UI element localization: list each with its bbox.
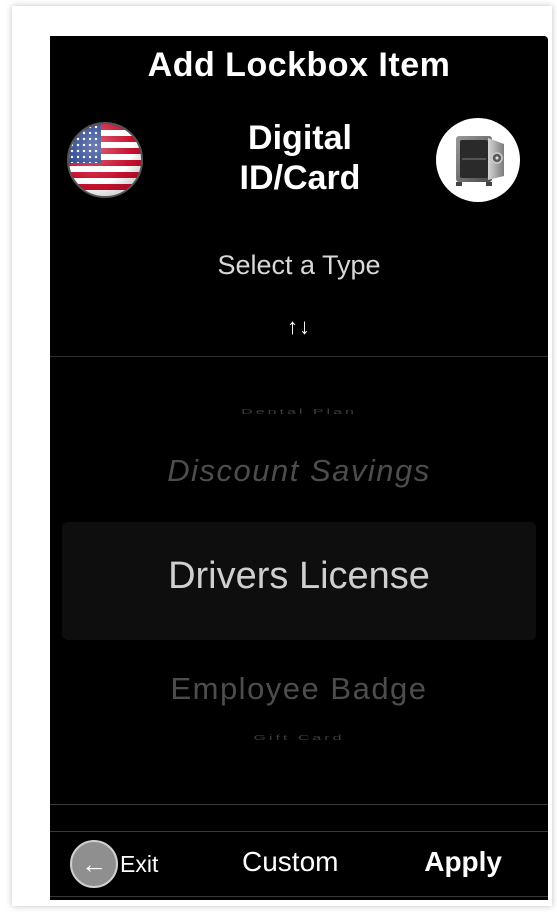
sort-arrows-icon[interactable]: ↑↓ [50, 314, 548, 340]
picker-option-discount-savings[interactable]: Discount Savings [50, 453, 548, 489]
exit-label: Exit [120, 850, 159, 877]
bottom-toolbar: ← Exit Custom Apply [50, 832, 548, 897]
back-arrow-icon[interactable]: ← [70, 840, 118, 888]
app-screen: Add Lockbox Item Digital ID/Card Select … [50, 36, 548, 900]
select-type-label: Select a Type [217, 250, 381, 280]
flag-shine [69, 124, 141, 196]
picker-option-dental-plan[interactable]: Dental Plan [50, 408, 548, 416]
custom-button[interactable]: Custom [242, 846, 338, 878]
vault-safe-graphic [456, 136, 504, 186]
picker-option-employee-badge[interactable]: Employee Badge [50, 671, 548, 707]
item-type-heading: Digital ID/Card [239, 119, 361, 197]
toolbar-divider [50, 804, 548, 832]
vault-safe-icon[interactable] [436, 118, 520, 202]
picker-option-gift-card[interactable]: Gift Card [50, 734, 548, 742]
exit-button[interactable]: ← Exit [70, 838, 158, 890]
picker-option-selected[interactable]: Drivers License [50, 555, 548, 598]
apply-button[interactable]: Apply [424, 846, 502, 878]
phone-frame: Add Lockbox Item Digital ID/Card Select … [12, 6, 552, 906]
page-title: Add Lockbox Item [147, 46, 451, 84]
us-flag-icon[interactable] [67, 122, 143, 198]
type-picker[interactable]: Dental Plan Discount Savings Drivers Lic… [50, 356, 548, 805]
